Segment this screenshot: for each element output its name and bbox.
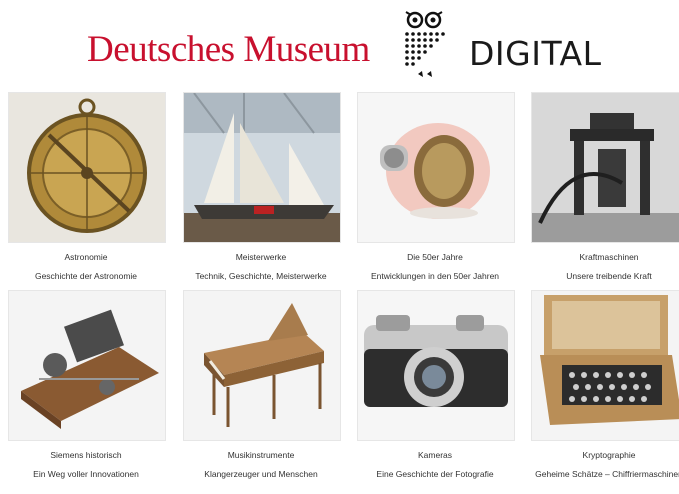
tile-image-harpsichord[interactable]	[183, 290, 341, 441]
tile-subtitle: Eine Geschichte der Fotografie	[376, 469, 494, 479]
tile-image-enigma[interactable]	[531, 290, 679, 441]
tile-image-astrolabe[interactable]	[8, 92, 166, 243]
tile-image-sailing-boats[interactable]	[183, 92, 341, 243]
tile-subtitle: Ein Weg voller Innovationen	[33, 469, 139, 479]
tile-subtitle: Geschichte der Astronomie	[34, 271, 138, 281]
brand-digital: DIGITAL	[469, 34, 602, 73]
tile-title[interactable]: Astronomie	[0, 252, 176, 262]
tile-title[interactable]: Musikinstrumente	[171, 450, 351, 460]
tile-title[interactable]: Kryptographie	[519, 450, 679, 460]
tile-subtitle: Geheime Schätze – Chiffriermaschinen	[535, 469, 679, 479]
tile-image-telegraph[interactable]	[8, 290, 166, 441]
tile-title[interactable]: Die 50er Jahre	[345, 252, 525, 262]
tile-subtitle: Unsere treibende Kraft	[566, 271, 652, 281]
brand-name[interactable]: Deutsches Museum	[87, 28, 370, 71]
tile-subtitle: Technik, Geschichte, Meisterwerke	[195, 271, 327, 281]
site-header: Deutsches Museum DIGITAL	[0, 0, 679, 90]
tile-title[interactable]: Kraftmaschinen	[519, 252, 679, 262]
tile-image-camera[interactable]	[357, 290, 515, 441]
tile-image-pink-heater[interactable]	[357, 92, 515, 243]
tile-image-steam-engine[interactable]	[531, 92, 679, 243]
tile-title[interactable]: Meisterwerke	[171, 252, 351, 262]
owl-logo-icon	[405, 11, 445, 77]
tile-subtitle: Entwicklungen in den 50er Jahren	[370, 271, 500, 281]
tile-title[interactable]: Siemens historisch	[0, 450, 176, 460]
tile-title[interactable]: Kameras	[345, 450, 525, 460]
tile-subtitle: Klangerzeuger und Menschen	[204, 469, 318, 479]
